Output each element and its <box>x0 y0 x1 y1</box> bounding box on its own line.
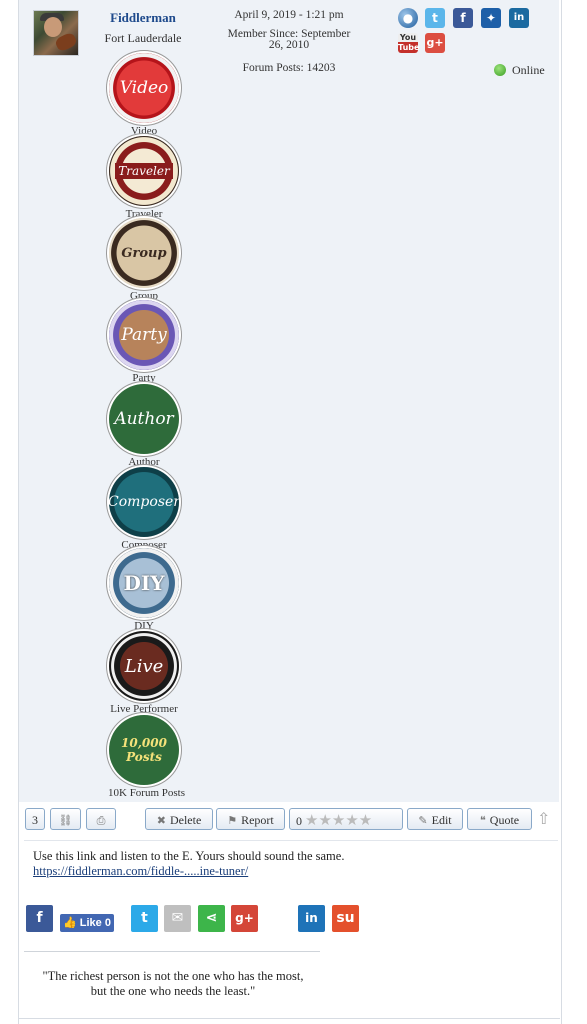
report-button[interactable]: ⚑ Report <box>216 808 285 830</box>
website-icon[interactable]: ● <box>398 8 418 28</box>
signature-line1: "The richest person is not the one who h… <box>42 969 304 983</box>
member-since: Member Since: September 26, 2010 <box>219 28 359 51</box>
thumbs-up-icon: 👍 <box>63 917 77 929</box>
video-badge-icon: Video <box>109 53 179 123</box>
badge-traveler[interactable]: Traveler Traveler <box>108 136 180 220</box>
post-text: Use this link and listen to the E. Yours… <box>33 849 345 863</box>
rating-stars[interactable]: ★★★★★ <box>305 811 372 829</box>
delete-button[interactable]: ✖ Delete <box>145 808 213 830</box>
username[interactable]: Fiddlerman <box>81 10 205 26</box>
google-plus-icon[interactable]: g+ <box>425 33 445 53</box>
traveler-badge-icon: Traveler <box>109 136 179 206</box>
share-bar: f 👍 Like 0 t ✉ ⋖ g+ in su <box>26 905 386 933</box>
badge-author[interactable]: Author Author <box>108 384 180 468</box>
google-plus-share-icon[interactable]: g+ <box>231 905 258 932</box>
user-info: Fiddlerman Fort Lauderdale <box>81 10 205 46</box>
online-status: Online <box>494 63 545 78</box>
edit-icon: ✎ <box>418 814 428 827</box>
badge-live-performer[interactable]: Live Live Performer <box>108 631 180 715</box>
signature-divider <box>24 951 320 952</box>
10k-posts-badge-icon: 10,000 Posts <box>109 715 179 785</box>
quote-icon: ❝ <box>479 814 486 827</box>
badge-diy[interactable]: DIY DIY <box>108 548 180 632</box>
online-indicator-icon <box>494 64 506 76</box>
avatar[interactable] <box>33 10 79 56</box>
badge-group[interactable]: Group Group <box>108 218 180 302</box>
post-meta: April 9, 2019 - 1:21 pm Member Since: Se… <box>219 9 359 74</box>
permalink-button[interactable]: ⛓ <box>50 808 81 830</box>
quote-button[interactable]: ❝ Quote <box>467 808 532 830</box>
linkedin-share-icon[interactable]: in <box>298 905 325 932</box>
rating-widget[interactable]: 0 ★★★★★ <box>289 808 403 830</box>
badge-label: Party <box>132 372 156 384</box>
rating-value: 0 <box>296 814 302 828</box>
delete-icon: ✖ <box>156 814 166 827</box>
post-number[interactable]: 3 <box>25 808 45 830</box>
facebook-share-icon[interactable]: f <box>26 905 53 932</box>
report-icon: ⚑ <box>227 814 238 827</box>
badge-label: 10K Forum Posts <box>108 787 186 799</box>
post-date: April 9, 2019 - 1:21 pm <box>234 9 344 21</box>
group-badge-icon: Group <box>109 218 179 288</box>
share-icon[interactable]: ⋖ <box>198 905 225 932</box>
print-icon: ⎙ <box>96 814 106 827</box>
post-header: Fiddlerman Fort Lauderdale April 9, 2019… <box>19 0 559 802</box>
post-bottom-border <box>19 1018 560 1019</box>
facebook-like-button[interactable]: 👍 Like 0 <box>60 914 114 932</box>
badge-party[interactable]: Party Party <box>108 300 180 384</box>
twitter-icon[interactable]: t <box>425 8 445 28</box>
badge-video[interactable]: Video Video <box>108 53 180 137</box>
badge-composer[interactable]: Composer Composer <box>108 467 180 551</box>
user-location: Fort Lauderdale <box>104 31 182 45</box>
live-performer-badge-icon: Live <box>109 631 179 701</box>
print-button[interactable]: ⎙ <box>86 808 116 830</box>
linkedin-icon[interactable]: in <box>509 8 529 28</box>
email-share-icon[interactable]: ✉ <box>164 905 191 932</box>
forum-posts-count: Forum Posts: 14203 <box>242 62 336 74</box>
scroll-top-icon[interactable]: ⇧ <box>537 809 550 828</box>
badge-label: Live Performer <box>110 703 178 715</box>
party-badge-icon: Party <box>109 300 179 370</box>
member-since-line2: 26, 2010 <box>268 39 310 51</box>
youtube-icon[interactable]: You Tube <box>398 33 419 53</box>
badge-10k-posts[interactable]: 10,000 Posts 10K Forum Posts <box>108 715 185 799</box>
stumbleupon-share-icon[interactable]: su <box>332 905 359 932</box>
signature: "The richest person is not the one who h… <box>20 969 326 999</box>
composer-badge-icon: Composer <box>108 467 180 537</box>
facebook-icon[interactable]: f <box>453 8 473 28</box>
post-link[interactable]: https://fiddlerman.com/fiddle-.....ine-t… <box>33 864 248 878</box>
twitter-share-icon[interactable]: t <box>131 905 158 932</box>
post-body: Use this link and listen to the E. Yours… <box>33 849 344 879</box>
myspace-icon[interactable]: ✦ <box>481 8 501 28</box>
link-icon: ⛓ <box>58 814 73 827</box>
divider <box>24 840 558 841</box>
online-label: Online <box>512 63 545 77</box>
signature-line2: but the one who needs the least." <box>90 984 256 998</box>
edit-button[interactable]: ✎ Edit <box>407 808 463 830</box>
diy-badge-icon: DIY <box>109 548 179 618</box>
post-toolbar: 3 ⛓ ⎙ ✖ Delete ⚑ Report 0 ★★★★★ ✎ Edit ❝ Quo… <box>19 808 559 836</box>
author-badge-icon: Author <box>109 384 179 454</box>
